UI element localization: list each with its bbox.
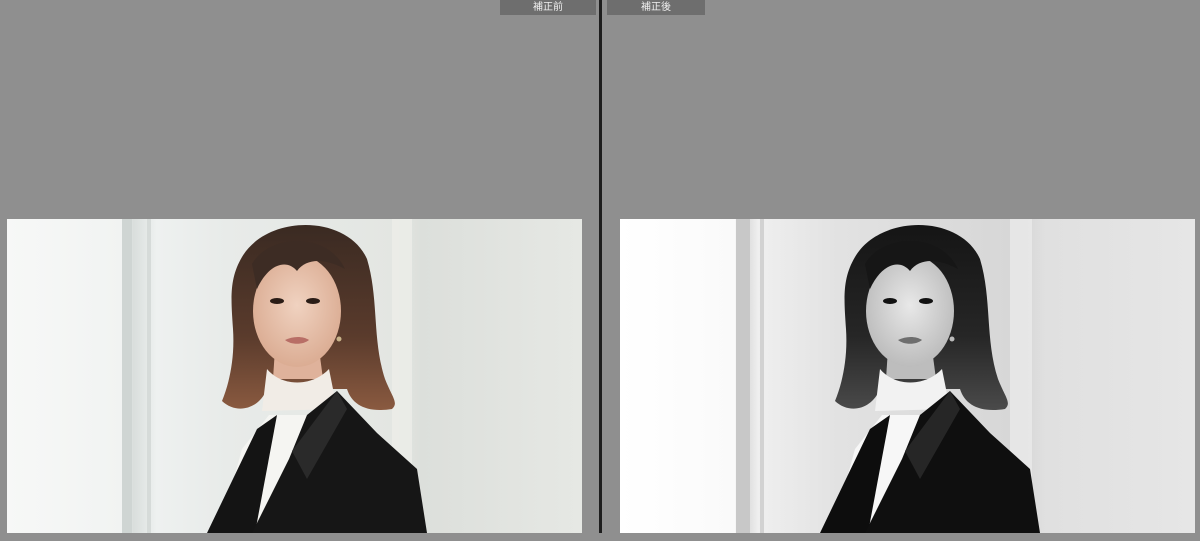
bottom-strip xyxy=(0,533,1200,541)
after-label: 補正後 xyxy=(607,0,705,15)
after-photo xyxy=(620,219,1195,533)
before-pane: 補正前 xyxy=(0,0,598,541)
after-photo-image xyxy=(620,219,1195,533)
after-pane: 補正後 xyxy=(603,0,1200,541)
before-photo xyxy=(7,219,582,533)
before-photo-image xyxy=(7,219,582,533)
before-label: 補正前 xyxy=(500,0,596,15)
split-divider-line xyxy=(599,0,602,541)
